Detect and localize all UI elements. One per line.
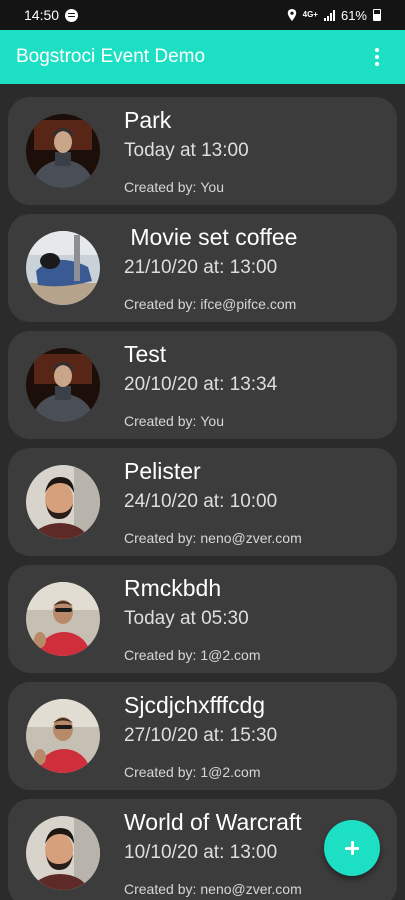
event-date: 27/10/20 at: 15:30 xyxy=(124,725,278,746)
battery-percent: 61% xyxy=(340,7,367,23)
status-bar: 14:50 4G+ 61% xyxy=(0,0,405,30)
creator-value: 1@2.com xyxy=(200,647,261,663)
creator-label: Created by: xyxy=(124,530,197,546)
event-title: Movie set coffee xyxy=(124,224,298,250)
event-title: Sjcdjchxfffcdg xyxy=(124,692,266,718)
event-date: 20/10/20 at: 13:34 xyxy=(124,374,278,395)
event-title: Park xyxy=(124,107,172,133)
more-vert-icon[interactable] xyxy=(365,45,389,69)
creator-value: neno@zver.com xyxy=(200,530,302,546)
signal-icon xyxy=(323,9,335,21)
network-type: 4G+ xyxy=(302,10,318,19)
event-card[interactable]: Rmckbdh Today at 05:30 Created by: 1@2.co… xyxy=(8,565,397,673)
creator-value: You xyxy=(200,413,224,429)
avatar xyxy=(26,699,100,773)
event-creator: Created by: ifce@pifce.com xyxy=(124,296,296,312)
avatar xyxy=(26,231,100,305)
event-title: Pelister xyxy=(124,458,201,484)
plus-icon xyxy=(345,841,359,855)
creator-value: You xyxy=(200,179,224,195)
event-date: 24/10/20 at: 10:00 xyxy=(124,491,278,512)
event-date: 21/10/20 at: 13:00 xyxy=(124,257,278,278)
creator-label: Created by: xyxy=(124,881,197,897)
event-list[interactable]: Park Today at 13:00 Created by: You Movie… xyxy=(0,84,405,900)
avatar xyxy=(26,816,100,890)
app-title: Bogstroci Event Demo xyxy=(16,46,206,67)
event-date: Today at 05:30 xyxy=(124,608,249,629)
creator-label: Created by: xyxy=(124,179,197,195)
status-time: 14:50 xyxy=(24,7,60,23)
battery-icon xyxy=(373,9,381,21)
event-title: World of Warcraft xyxy=(124,809,302,835)
event-card[interactable]: Test 20/10/20 at: 13:34 Created by: You xyxy=(8,331,397,439)
event-title: Test xyxy=(124,341,167,367)
creator-label: Created by: xyxy=(124,647,197,663)
event-card[interactable]: Park Today at 13:00 Created by: You xyxy=(8,97,397,205)
avatar xyxy=(26,348,100,422)
location-icon xyxy=(287,9,296,21)
creator-label: Created by: xyxy=(124,764,197,780)
event-creator: Created by: 1@2.com xyxy=(124,647,261,663)
add-event-button[interactable] xyxy=(324,820,380,876)
creator-value: 1@2.com xyxy=(200,764,261,780)
creator-label: Created by: xyxy=(124,296,197,312)
creator-value: ifce@pifce.com xyxy=(200,296,297,312)
creator-label: Created by: xyxy=(124,413,197,429)
event-card[interactable]: Movie set coffee 21/10/20 at: 13:00 Crea… xyxy=(8,214,397,322)
event-creator: Created by: You xyxy=(124,413,224,429)
event-creator: Created by: 1@2.com xyxy=(124,764,261,780)
creator-value: neno@zver.com xyxy=(200,881,302,897)
spotify-icon xyxy=(65,8,79,22)
event-creator: Created by: neno@zver.com xyxy=(124,530,302,546)
event-title: Rmckbdh xyxy=(124,575,222,601)
avatar xyxy=(26,465,100,539)
event-date: Today at 13:00 xyxy=(124,140,249,161)
event-card[interactable]: Pelister 24/10/20 at: 10:00 Created by: n… xyxy=(8,448,397,556)
avatar xyxy=(26,114,100,188)
status-indicators: 4G+ 61% xyxy=(287,8,381,23)
app-bar: Bogstroci Event Demo xyxy=(0,30,405,84)
avatar xyxy=(26,582,100,656)
event-card[interactable]: Sjcdjchxfffcdg 27/10/20 at: 15:30 Create… xyxy=(8,682,397,790)
event-date: 10/10/20 at: 13:00 xyxy=(124,842,278,863)
event-creator: Created by: You xyxy=(124,179,224,195)
event-creator: Created by: neno@zver.com xyxy=(124,881,302,897)
